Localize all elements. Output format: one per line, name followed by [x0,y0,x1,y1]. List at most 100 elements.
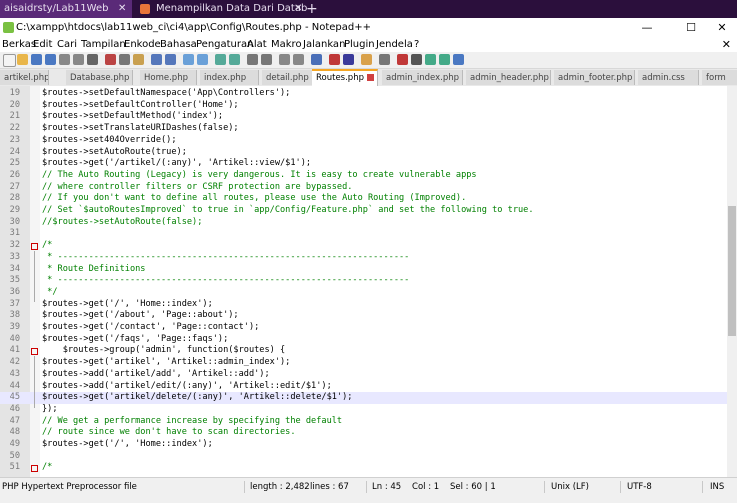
code-line[interactable]: 35 * -----------------------------------… [0,275,727,287]
menu-alat[interactable]: Alat [247,37,267,52]
menu-berkas[interactable]: Berkas [2,37,36,52]
file-tab-form[interactable]: form [702,70,737,85]
sync-scroll-v-icon[interactable] [247,54,258,65]
word-wrap-icon[interactable] [279,54,290,65]
code-line[interactable]: 32 /* [0,240,727,252]
copy-icon[interactable] [119,54,130,65]
code-line[interactable]: 47 // We get a performance increase by sp… [0,416,727,428]
code-editor[interactable]: 19 $routes->setDefaultNamespace('App\Cont… [0,86,737,477]
code-line[interactable]: 50 [0,451,727,463]
redo-icon[interactable] [165,54,176,65]
code-line[interactable]: 39 $routes->get('/contact', 'Page::contac… [0,322,727,334]
show-all-chars-icon[interactable] [293,54,304,65]
document-close-icon[interactable]: ✕ [722,37,731,52]
code-line[interactable]: 48 // route since we don't have to scan d… [0,427,727,439]
save-icon[interactable] [31,54,42,65]
code-line[interactable]: 26 // The Auto Routing (Legacy) is very d… [0,170,727,182]
file-tab-index[interactable]: index.php [200,70,259,85]
scrollbar-thumb[interactable] [728,206,736,336]
code-line[interactable]: 41 $routes->group('admin', function($rou… [0,345,727,357]
tab-close-icon[interactable] [366,74,374,81]
paste-icon[interactable] [133,54,144,65]
fold-toggle-icon[interactable] [31,465,38,472]
menu-makro[interactable]: Makro [271,37,302,52]
status-eol[interactable]: Unix (LF) [551,478,589,496]
menu-enkode[interactable]: Enkode [124,37,161,52]
status-encoding[interactable]: UTF-8 [627,478,652,496]
folder-workspace-icon[interactable] [361,54,372,65]
file-tab-routes[interactable]: Routes.php [312,69,378,86]
close-all-icon[interactable] [73,54,84,65]
find-icon[interactable] [183,54,194,65]
print-icon[interactable] [87,54,98,65]
code-line[interactable]: 28 // If you don't want to define all rou… [0,193,727,205]
browser-tab-close-icon[interactable]: ✕ [118,0,126,18]
record-macro-icon[interactable] [397,54,408,65]
file-tab-admin-footer[interactable]: admin_footer.php [554,70,635,85]
file-tab-admin-css[interactable]: admin.css [638,70,699,85]
minimize-button[interactable]: — [632,18,662,37]
save-all-icon[interactable] [45,54,56,65]
stop-macro-icon[interactable] [411,54,422,65]
code-line[interactable]: 20 $routes->setDefaultController('Home'); [0,100,727,112]
code-line[interactable]: 27 // where controller filters or CSRF pr… [0,182,727,194]
document-map-icon[interactable] [329,54,340,65]
new-file-icon[interactable] [3,54,16,67]
code-line[interactable]: 49 $routes->get('/', 'Home::index'); [0,439,727,451]
code-line[interactable]: 43 $routes->add('artikel/add', 'Artikel::… [0,369,727,381]
code-line[interactable]: 24 $routes->setAutoRoute(true); [0,147,727,159]
file-tab-artikel[interactable]: artikel.php [0,70,49,85]
menu-jendela[interactable]: Jendela [376,37,413,52]
fold-toggle-icon[interactable] [31,243,38,250]
browser-tab-lab11web[interactable]: aisaidrsty/Lab11Web [0,0,132,18]
code-line[interactable]: 25 $routes->get('/artikel/(:any)', 'Artik… [0,158,727,170]
zoom-out-icon[interactable] [229,54,240,65]
code-line[interactable]: 38 $routes->get('/about', 'Page::about'); [0,310,727,322]
zoom-in-icon[interactable] [215,54,226,65]
file-tab-home[interactable]: Home.php [140,70,197,85]
menu-plugin[interactable]: Plugin [344,37,375,52]
cut-icon[interactable] [105,54,116,65]
code-line[interactable]: 36 */ [0,287,727,299]
code-line[interactable]: 45 $routes->get('artikel/delete/(:any)', … [0,392,727,404]
file-tab-admin-header[interactable]: admin_header.php [466,70,551,85]
code-line[interactable]: 29 // Set `$autoRoutesImproved` to true i… [0,205,727,217]
new-tab-button[interactable]: + [306,0,318,18]
menu-bahasa[interactable]: Bahasa [160,37,197,52]
file-tab-database[interactable]: Database.php [66,70,133,85]
indent-guide-icon[interactable] [311,54,322,65]
file-tab-detail[interactable]: detail.php [262,70,315,85]
code-line[interactable]: 31 [0,228,727,240]
run-macro-multiple-icon[interactable] [439,54,450,65]
play-macro-icon[interactable] [425,54,436,65]
close-button[interactable]: ✕ [707,18,737,37]
open-file-icon[interactable] [17,54,28,65]
browser-tab2-close-icon[interactable]: ✕ [294,0,302,18]
browser-tab-menampilkan[interactable]: Menampilkan Data Dari Databas [138,0,308,18]
monitoring-icon[interactable] [379,54,390,65]
code-line[interactable]: 22 $routes->setTranslateURIDashes(false); [0,123,727,135]
replace-icon[interactable] [197,54,208,65]
code-line[interactable]: 21 $routes->setDefaultMethod('index'); [0,111,727,123]
fold-toggle-icon[interactable] [31,348,38,355]
menu-tampilan[interactable]: Tampilan [81,37,126,52]
code-line[interactable]: 37 $routes->get('/', 'Home::index'); [0,299,727,311]
code-line[interactable]: 46}); [0,404,727,416]
function-list-icon[interactable] [343,54,354,65]
menu-pengaturan[interactable]: Pengaturan [196,37,253,52]
code-line[interactable]: 33 * -----------------------------------… [0,252,727,264]
sync-scroll-h-icon[interactable] [261,54,272,65]
code-line[interactable]: 34 * Route Definitions [0,264,727,276]
code-line[interactable]: 23 $routes->set404Override(); [0,135,727,147]
code-line[interactable]: 51 /* [0,462,727,474]
file-tab-admin-index[interactable]: admin_index.php [382,70,463,85]
code-line[interactable]: 42 $routes->get('artikel', 'Artikel::admi… [0,357,727,369]
menu-cari[interactable]: Cari [57,37,77,52]
menu-help[interactable]: ? [414,37,419,52]
code-line[interactable]: 40 $routes->get('/faqs', 'Page::faqs'); [0,334,727,346]
maximize-button[interactable]: ☐ [676,18,706,37]
code-line[interactable]: 30 //$routes->setAutoRoute(false); [0,217,727,229]
code-line[interactable]: 19 $routes->setDefaultNamespace('App\Cont… [0,88,727,100]
close-file-icon[interactable] [59,54,70,65]
undo-icon[interactable] [151,54,162,65]
